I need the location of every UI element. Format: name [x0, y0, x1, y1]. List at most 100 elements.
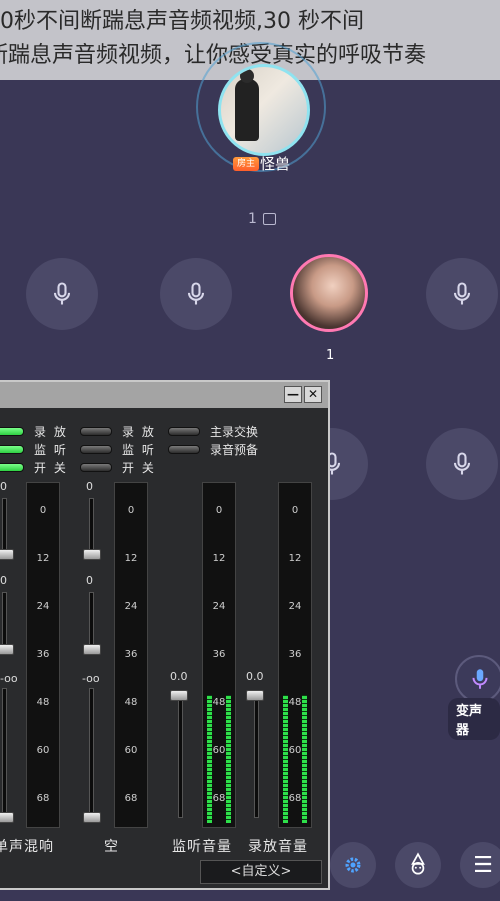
meter-tick: 0 [39, 505, 47, 516]
seat-mic-1[interactable] [26, 258, 98, 330]
slider-value: 0 [0, 480, 7, 493]
meter-tick: 24 [36, 601, 50, 612]
monitor-meter-bar-left [207, 695, 212, 823]
playback-level-meter: 0 12 24 36 48 60 68 [278, 482, 312, 828]
monitor-volume-value: 0.0 [170, 670, 188, 683]
meter-tick: 0 [291, 505, 299, 516]
switch-label: 主录交换 [210, 425, 259, 439]
slider-track [254, 692, 259, 818]
seat-mic-8[interactable] [426, 428, 498, 500]
meter-tick: 12 [36, 553, 50, 564]
switch-power-1[interactable] [0, 463, 24, 472]
slider-track [89, 688, 94, 816]
switch-label: 监 听 [34, 443, 68, 457]
playback-meter-bar-left [283, 695, 288, 823]
empty-label: 空 [104, 839, 119, 855]
wizard-effects-button[interactable] [395, 842, 441, 888]
settings-button[interactable] [330, 842, 376, 888]
mixer-titlebar[interactable] [0, 382, 328, 408]
host-avatar[interactable] [218, 64, 310, 156]
monitor-volume-label: 监听音量 [172, 839, 232, 855]
seat-mic-2[interactable] [160, 258, 232, 330]
meter-tick: 0 [127, 505, 135, 516]
wizard-icon [411, 852, 425, 875]
switch-power-2[interactable] [80, 463, 112, 472]
monitor-meter-bar-right [226, 695, 231, 823]
seat-occupied-label: 1 [326, 348, 335, 363]
level-meter-2: 0 12 24 36 48 60 68 [114, 482, 148, 828]
slider-knob[interactable] [0, 812, 14, 823]
switch-label: 录 放 [122, 425, 156, 439]
meter-tick: 68 [36, 793, 50, 804]
close-button[interactable]: ✕ [304, 386, 322, 403]
switch-monitor-2[interactable] [80, 445, 112, 454]
playback-volume-knob[interactable] [246, 690, 264, 701]
meter-tick: 68 [124, 793, 138, 804]
slider-knob[interactable] [83, 644, 101, 655]
meter-tick: 36 [36, 649, 50, 660]
meter-tick: 0 [215, 505, 223, 516]
meter-tick: 60 [124, 745, 138, 756]
slider-knob[interactable] [0, 549, 14, 560]
switch-main-record-swap[interactable] [168, 427, 200, 436]
switch-rec-play-2[interactable] [80, 427, 112, 436]
playback-meter-bar-right [302, 695, 307, 823]
slider-knob[interactable] [83, 812, 101, 823]
meter-tick: 36 [124, 649, 138, 660]
audio-mixer-window: — ✕ 录 放 录 放 主录交换 监 听 监 听 录音预备 开 关 开 关 0 … [0, 380, 330, 890]
menu-icon: ☰ [473, 852, 493, 878]
slider-track [2, 688, 7, 816]
level-meter-1: 0 12 24 36 48 60 68 [26, 482, 60, 828]
host-name[interactable]: 怪兽 [260, 153, 290, 174]
voice-changer-button[interactable] [455, 655, 500, 703]
slider-value: 0 [86, 574, 93, 587]
switch-label: 开 关 [34, 461, 68, 475]
voice-changer-label[interactable]: 变声器 [448, 698, 500, 740]
meter-tick: 24 [124, 601, 138, 612]
slider-value: 0 [0, 574, 7, 587]
custom-preset-select[interactable]: <自定义> [200, 860, 322, 884]
playback-volume-label: 录放音量 [248, 839, 308, 855]
host-badge: 房主 [233, 157, 260, 171]
monitor-volume-knob[interactable] [170, 690, 188, 701]
seat-mic-4[interactable] [426, 258, 498, 330]
meter-tick: 60 [36, 745, 50, 756]
switch-label: 录 放 [34, 425, 68, 439]
room-count: 1 [248, 211, 257, 227]
gear-icon [345, 857, 361, 873]
mic-icon [53, 282, 71, 305]
meter-tick: 24 [288, 601, 302, 612]
meter-tick: 48 [36, 697, 50, 708]
switch-label: 监 听 [122, 443, 156, 457]
menu-button[interactable]: ☰ [460, 842, 500, 888]
switch-label: 开 关 [122, 461, 156, 475]
minimize-button[interactable]: — [284, 386, 302, 403]
mic-icon [453, 452, 471, 475]
overlay-title-line1: 30秒不间断踹息声音频视频,30 秒不间 [0, 9, 364, 34]
playback-volume-value: 0.0 [246, 670, 264, 683]
meter-tick: 12 [288, 553, 302, 564]
slider-value: -oo [0, 672, 18, 685]
slider-track [89, 592, 94, 650]
meter-tick: 36 [212, 649, 226, 660]
slider-knob[interactable] [83, 549, 101, 560]
switch-record-ready[interactable] [168, 445, 200, 454]
seat-occupied-avatar[interactable] [290, 254, 368, 332]
meter-tick: 12 [212, 553, 226, 564]
slider-track [2, 592, 7, 650]
meter-tick: 36 [288, 649, 302, 660]
switch-monitor-1[interactable] [0, 445, 24, 454]
switch-rec-play-1[interactable] [0, 427, 24, 436]
mic-icon [453, 282, 471, 305]
slider-knob[interactable] [0, 644, 14, 655]
host-avatar-photo [235, 69, 259, 141]
slider-value: -oo [82, 672, 100, 685]
meter-tick: 12 [124, 553, 138, 564]
monitor-level-meter: 0 12 24 36 48 60 68 [202, 482, 236, 828]
meter-tick: 48 [124, 697, 138, 708]
meter-tick: 24 [212, 601, 226, 612]
switch-label: 录音预备 [210, 443, 259, 457]
edit-icon[interactable] [263, 213, 276, 225]
slider-track [178, 692, 183, 818]
mic-icon [187, 282, 205, 305]
